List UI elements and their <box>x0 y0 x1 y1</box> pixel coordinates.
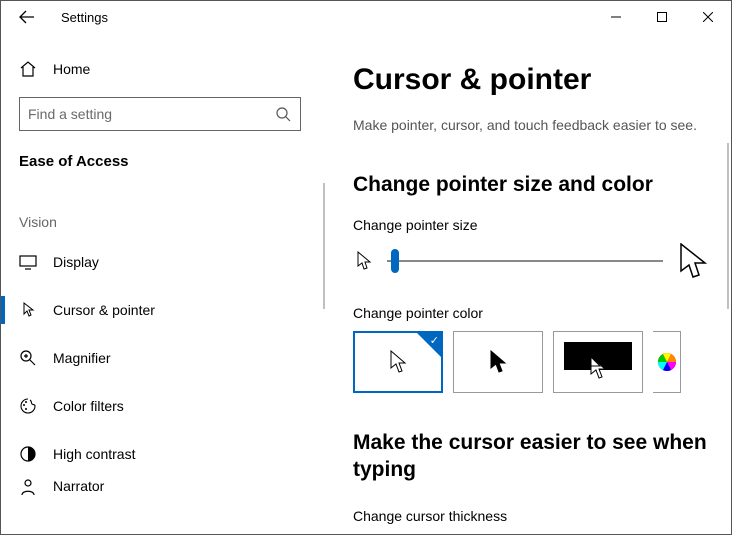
maximize-icon <box>657 12 667 22</box>
settings-window: Settings Home <box>0 0 732 535</box>
sidebar-item-color-filters[interactable]: Color filters <box>1 382 325 430</box>
page-title: Cursor & pointer <box>353 63 711 97</box>
search-icon <box>274 105 292 123</box>
narrator-icon <box>19 478 45 496</box>
sidebar-category: Ease of Access <box>1 131 325 170</box>
color-wheel-icon <box>656 351 678 373</box>
close-icon <box>703 12 713 22</box>
pointer-color-black[interactable] <box>453 331 543 393</box>
cursor-inverted-icon <box>589 356 607 380</box>
pointer-color-white[interactable]: ✓ <box>353 331 443 393</box>
sidebar-item-label: Display <box>53 254 99 270</box>
close-button[interactable] <box>685 1 731 33</box>
minimize-icon <box>611 12 621 22</box>
sidebar-item-label: Narrator <box>53 478 104 494</box>
back-button[interactable] <box>11 1 43 33</box>
palette-icon <box>19 397 45 415</box>
sidebar-group-vision: Vision <box>1 170 325 238</box>
small-cursor-icon <box>353 250 375 272</box>
cursor-black-icon <box>489 350 507 374</box>
cursor-white-icon <box>389 350 407 374</box>
home-label: Home <box>53 61 90 77</box>
home-icon <box>19 60 45 78</box>
pointer-size-slider-row <box>353 243 711 279</box>
content-scrollbar[interactable] <box>727 143 729 309</box>
pointer-color-label: Change pointer color <box>353 305 711 321</box>
sidebar-item-label: Magnifier <box>53 350 111 366</box>
cursor-thickness-label: Change cursor thickness <box>353 508 711 524</box>
home-nav[interactable]: Home <box>1 47 325 91</box>
sidebar-item-high-contrast[interactable]: High contrast <box>1 430 325 478</box>
section-size-color-title: Change pointer size and color <box>353 173 711 197</box>
maximize-button[interactable] <box>639 1 685 33</box>
contrast-icon <box>19 445 45 463</box>
pointer-size-slider[interactable] <box>387 260 663 262</box>
sidebar: Home Ease of Access Vision Display <box>1 33 325 534</box>
content-area: Cursor & pointer Make pointer, cursor, a… <box>325 33 731 534</box>
titlebar: Settings <box>1 1 731 33</box>
pointer-size-label: Change pointer size <box>353 217 711 233</box>
arrow-left-icon <box>19 9 35 25</box>
sidebar-item-label: High contrast <box>53 446 135 462</box>
pointer-color-row: ✓ <box>353 331 711 393</box>
page-subtitle: Make pointer, cursor, and touch feedback… <box>353 117 711 133</box>
large-cursor-icon <box>675 243 711 279</box>
sidebar-item-cursor-pointer[interactable]: Cursor & pointer <box>1 286 325 334</box>
pointer-color-custom[interactable] <box>653 331 681 393</box>
body: Home Ease of Access Vision Display <box>1 33 731 534</box>
section-cursor-typing-title: Make the cursor easier to see when typin… <box>353 429 711 484</box>
slider-thumb[interactable] <box>391 249 399 273</box>
display-icon <box>19 253 45 271</box>
sidebar-item-narrator[interactable]: Narrator <box>1 478 325 508</box>
window-title: Settings <box>61 10 108 25</box>
search-input[interactable] <box>28 106 274 122</box>
sidebar-item-label: Cursor & pointer <box>53 302 155 318</box>
cursor-icon <box>19 301 45 319</box>
magnifier-icon <box>19 349 45 367</box>
check-icon: ✓ <box>430 334 439 347</box>
search-box[interactable] <box>19 97 301 131</box>
minimize-button[interactable] <box>593 1 639 33</box>
sidebar-item-label: Color filters <box>53 398 124 414</box>
sidebar-item-magnifier[interactable]: Magnifier <box>1 334 325 382</box>
pointer-color-inverted[interactable] <box>553 331 643 393</box>
sidebar-item-display[interactable]: Display <box>1 238 325 286</box>
